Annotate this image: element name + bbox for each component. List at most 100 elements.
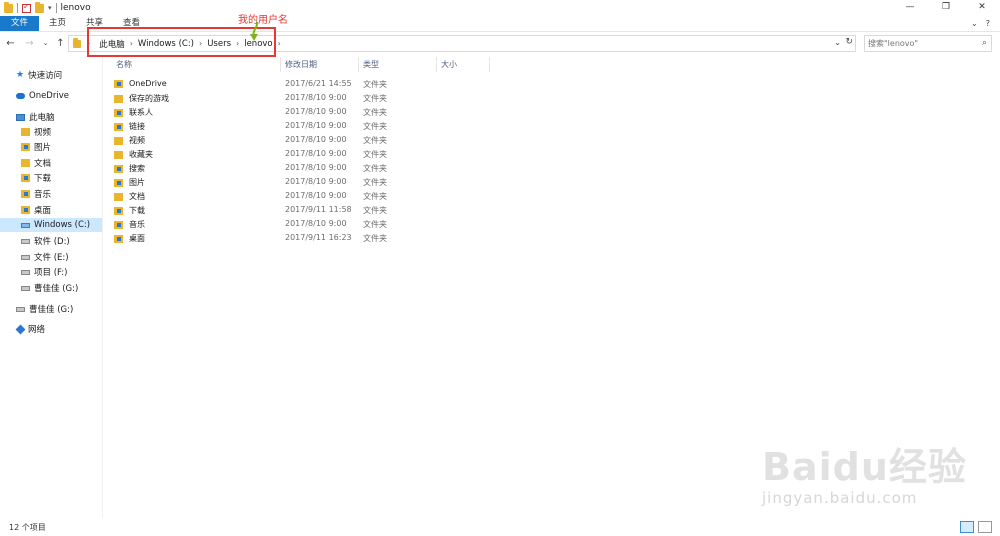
- drive-icon: [21, 254, 30, 260]
- properties-icon[interactable]: [22, 2, 31, 13]
- downloads-folder-icon: [21, 174, 30, 182]
- title-bar: ▾ lenovo — ❐ ✕: [0, 0, 1000, 16]
- column-header-size[interactable]: 大小: [441, 59, 457, 71]
- restore-button[interactable]: ❐: [928, 0, 964, 16]
- file-date: 2017/8/10 9:00: [285, 219, 347, 228]
- large-icons-view-icon[interactable]: [978, 521, 992, 533]
- column-divider[interactable]: [358, 57, 359, 72]
- divider: [17, 3, 18, 13]
- file-name: 保存的游戏: [129, 94, 169, 103]
- column-header-type[interactable]: 类型: [363, 59, 379, 71]
- quick-access-toolbar: ▾: [0, 0, 57, 16]
- search-icon[interactable]: ⌕: [982, 38, 987, 48]
- pictures-folder-icon: [21, 143, 30, 151]
- window-controls: — ❐ ✕: [892, 0, 1000, 16]
- desktop-folder-icon: [21, 206, 30, 214]
- file-name: 收藏夹: [129, 150, 153, 159]
- desktop-folder-icon: [114, 234, 123, 243]
- drive-icon: [21, 285, 30, 291]
- sidebar-item-label: 文档: [34, 159, 52, 169]
- address-dropdown-icon[interactable]: ⌄: [834, 38, 841, 47]
- file-row-links[interactable]: 链接 2017/8/10 9:00 文件夹: [114, 120, 414, 134]
- watermark-logo: Baidu经验: [762, 445, 967, 489]
- file-date: 2017/9/11 16:23: [285, 233, 352, 242]
- column-divider[interactable]: [489, 57, 490, 72]
- column-header-name[interactable]: 名称: [116, 59, 132, 71]
- sidebar-item-drive-d[interactable]: 软件 (D:): [0, 234, 102, 248]
- music-folder-icon: [114, 220, 123, 229]
- file-row-documents[interactable]: 文档 2017/8/10 9:00 文件夹: [114, 190, 414, 204]
- file-row-downloads[interactable]: 下载 2017/9/11 11:58 文件夹: [114, 204, 414, 218]
- sidebar-item-drive-g[interactable]: 曹佳佳 (G:): [0, 281, 102, 295]
- search-box[interactable]: ⌕: [864, 35, 992, 52]
- chevron-right-icon[interactable]: ›: [276, 39, 283, 48]
- recent-locations-icon[interactable]: ⌄: [39, 39, 52, 47]
- sidebar-item-music[interactable]: 音乐: [0, 187, 102, 201]
- onedrive-folder-icon: [114, 79, 123, 88]
- refresh-icon[interactable]: ↻: [845, 37, 853, 47]
- file-row-contacts[interactable]: 联系人 2017/8/10 9:00 文件夹: [114, 106, 414, 120]
- file-row-saved-games[interactable]: 保存的游戏 2017/8/10 9:00 文件夹: [114, 92, 414, 106]
- sidebar-item-network[interactable]: 网络: [0, 322, 102, 336]
- sidebar-item-windows-c[interactable]: Windows (C:): [0, 218, 102, 232]
- file-name: 图片: [129, 178, 145, 187]
- help-icon[interactable]: ?: [986, 19, 990, 28]
- file-row-music[interactable]: 音乐 2017/8/10 9:00 文件夹: [114, 218, 414, 232]
- documents-folder-icon: [21, 159, 30, 167]
- customize-toolbar-icon[interactable]: ▾: [48, 4, 52, 12]
- file-row-desktop[interactable]: 桌面 2017/9/11 16:23 文件夹: [114, 232, 414, 246]
- sidebar-item-documents[interactable]: 文档: [0, 156, 102, 170]
- sidebar-item-videos[interactable]: 视频: [0, 125, 102, 139]
- column-header-date[interactable]: 修改日期: [285, 59, 317, 71]
- file-type: 文件夹: [363, 164, 387, 173]
- music-folder-icon: [21, 190, 30, 198]
- new-folder-icon[interactable]: [35, 1, 44, 13]
- sidebar-item-this-pc[interactable]: 此电脑: [0, 110, 102, 124]
- back-arrow-icon[interactable]: ←: [4, 38, 17, 49]
- column-divider[interactable]: [436, 57, 437, 72]
- file-row-onedrive[interactable]: OneDrive 2017/6/21 14:55 文件夹: [114, 78, 414, 92]
- sidebar-item-quick-access[interactable]: ★ 快速访问: [0, 68, 102, 82]
- file-type: 文件夹: [363, 80, 387, 89]
- forward-arrow-icon[interactable]: →: [23, 38, 36, 49]
- file-type: 文件夹: [363, 234, 387, 243]
- close-button[interactable]: ✕: [964, 0, 1000, 16]
- sidebar-item-desktop[interactable]: 桌面: [0, 203, 102, 217]
- sidebar-item-label: 视频: [34, 128, 52, 138]
- sidebar-item-downloads[interactable]: 下载: [0, 171, 102, 185]
- file-type: 文件夹: [363, 206, 387, 215]
- file-date: 2017/8/10 9:00: [285, 177, 347, 186]
- divider: [55, 3, 57, 13]
- file-name: OneDrive: [129, 79, 167, 88]
- file-name: 链接: [129, 122, 145, 131]
- details-view-icon[interactable]: [960, 521, 974, 533]
- watermark-url: jingyan.baidu.com: [762, 489, 918, 507]
- file-date: 2017/8/10 9:00: [285, 135, 347, 144]
- file-date: 2017/9/11 11:58: [285, 205, 352, 214]
- file-row-favorites[interactable]: 收藏夹 2017/8/10 9:00 文件夹: [114, 148, 414, 162]
- sidebar-item-onedrive[interactable]: OneDrive: [0, 89, 102, 103]
- tab-file[interactable]: 文件: [0, 16, 40, 31]
- file-row-searches[interactable]: 搜索 2017/8/10 9:00 文件夹: [114, 162, 414, 176]
- folder-icon: [73, 37, 81, 48]
- sidebar-item-usb-g[interactable]: 曹佳佳 (G:): [0, 302, 102, 316]
- sidebar-item-label: OneDrive: [29, 91, 69, 101]
- minimize-button[interactable]: —: [892, 0, 928, 16]
- column-divider[interactable]: [280, 57, 281, 72]
- up-arrow-icon[interactable]: ↑: [54, 38, 67, 49]
- sidebar-item-drive-e[interactable]: 文件 (E:): [0, 250, 102, 264]
- file-row-pictures[interactable]: 图片 2017/8/10 9:00 文件夹: [114, 176, 414, 190]
- file-date: 2017/8/10 9:00: [285, 149, 347, 158]
- drive-icon: [21, 238, 30, 244]
- sidebar-item-drive-f[interactable]: 项目 (F:): [0, 265, 102, 279]
- search-input[interactable]: [865, 36, 975, 51]
- star-icon: ★: [16, 70, 25, 80]
- file-row-videos[interactable]: 视频 2017/8/10 9:00 文件夹: [114, 134, 414, 148]
- sidebar-item-label: 音乐: [34, 190, 52, 200]
- expand-ribbon-icon[interactable]: ⌄: [971, 19, 978, 28]
- sidebar-item-pictures[interactable]: 图片: [0, 140, 102, 154]
- file-name: 下载: [129, 206, 145, 215]
- sidebar-item-label: 软件 (D:): [34, 237, 70, 247]
- tab-home[interactable]: 主页: [39, 16, 76, 31]
- sidebar-item-label: 图片: [34, 143, 52, 153]
